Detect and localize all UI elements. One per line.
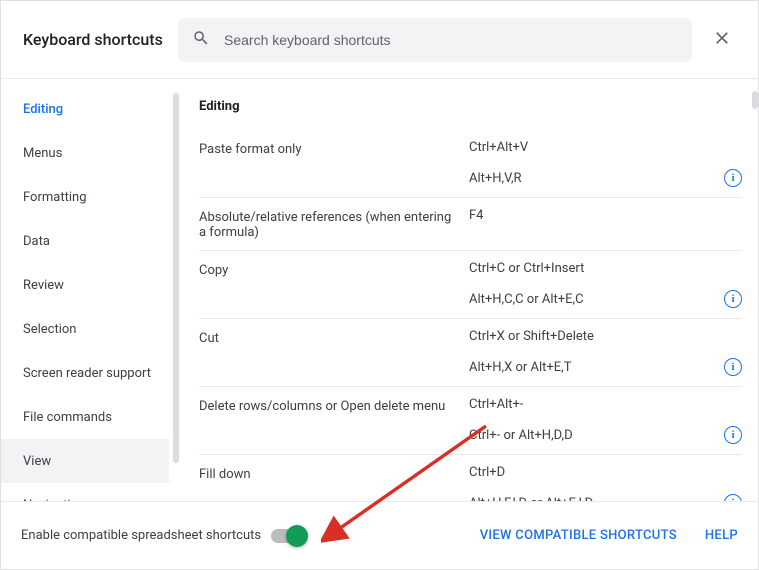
shortcut-label: Paste format only — [199, 140, 469, 187]
shortcut-row: Paste format only Ctrl+Alt+V Alt+H,V,R i — [199, 130, 742, 198]
sidebar-item-review[interactable]: Review — [1, 263, 169, 307]
compatible-shortcuts-toggle[interactable] — [271, 529, 305, 543]
shortcut-keys: F4 — [469, 208, 742, 240]
content-scrollbar[interactable] — [752, 91, 758, 109]
sidebar-item-label: Editing — [23, 102, 63, 117]
info-icon[interactable]: i — [724, 169, 742, 187]
sidebar-item-view[interactable]: View — [1, 439, 169, 483]
shortcut-key: Ctrl+C or Ctrl+Insert — [469, 261, 584, 276]
search-icon — [192, 29, 224, 51]
sidebar-item-label: Selection — [23, 322, 76, 337]
footer: Enable compatible spreadsheet shortcuts … — [1, 501, 758, 569]
shortcut-keys: Ctrl+D Alt+H,F,I,D or Alt+E,I,D i — [469, 465, 742, 501]
sidebar-item-label: Review — [23, 278, 64, 293]
shortcut-key: F4 — [469, 208, 484, 223]
shortcut-label: Delete rows/columns or Open delete menu — [199, 397, 469, 444]
info-icon[interactable]: i — [724, 358, 742, 376]
toggle-label: Enable compatible spreadsheet shortcuts — [21, 528, 261, 543]
content: Editing Paste format only Ctrl+Alt+V Alt… — [179, 79, 758, 501]
shortcut-key: Alt+H,F,I,D or Alt+E,I,D — [469, 496, 593, 502]
sidebar-item-label: File commands — [23, 410, 112, 425]
shortcut-keys: Ctrl+Alt+- Ctrl+- or Alt+H,D,D i — [469, 397, 742, 444]
shortcut-key: Alt+H,C,C or Alt+E,C — [469, 292, 584, 307]
sidebar-item-formatting[interactable]: Formatting — [1, 175, 169, 219]
header: Keyboard shortcuts — [1, 1, 758, 79]
sidebar-item-label: View — [23, 454, 51, 469]
shortcut-row: Cut Ctrl+X or Shift+Delete Alt+H,X or Al… — [199, 319, 742, 387]
section-title: Editing — [199, 99, 742, 114]
shortcut-key: Ctrl+Alt+- — [469, 397, 524, 412]
shortcut-label: Fill down — [199, 465, 469, 501]
sidebar-item-screen-reader-support[interactable]: Screen reader support — [1, 351, 169, 395]
help-link[interactable]: HELP — [705, 528, 738, 543]
sidebar-item-label: Formatting — [23, 190, 87, 205]
shortcut-key: Ctrl+- or Alt+H,D,D — [469, 428, 573, 443]
shortcut-key: Ctrl+D — [469, 465, 505, 480]
search-input[interactable] — [224, 32, 678, 48]
body: Editing Menus Formatting Data Review Sel… — [1, 79, 758, 501]
sidebar-item-selection[interactable]: Selection — [1, 307, 169, 351]
shortcut-row: Copy Ctrl+C or Ctrl+Insert Alt+H,C,C or … — [199, 251, 742, 319]
info-icon[interactable]: i — [724, 290, 742, 308]
sidebar: Editing Menus Formatting Data Review Sel… — [1, 79, 179, 501]
info-icon[interactable]: i — [724, 426, 742, 444]
sidebar-item-label: Screen reader support — [23, 366, 151, 381]
shortcut-key: Ctrl+X or Shift+Delete — [469, 329, 594, 344]
shortcut-keys: Ctrl+Alt+V Alt+H,V,R i — [469, 140, 742, 187]
close-button[interactable] — [702, 20, 742, 60]
close-icon — [712, 28, 732, 52]
shortcut-row: Delete rows/columns or Open delete menu … — [199, 387, 742, 455]
sidebar-item-label: Navigation — [23, 498, 85, 502]
shortcut-key: Alt+H,V,R — [469, 171, 522, 186]
shortcut-row: Fill down Ctrl+D Alt+H,F,I,D or Alt+E,I,… — [199, 455, 742, 501]
sidebar-item-label: Data — [23, 234, 50, 249]
sidebar-item-menus[interactable]: Menus — [1, 131, 169, 175]
shortcut-key: Ctrl+Alt+V — [469, 140, 528, 155]
toggle-knob — [286, 525, 308, 547]
shortcut-key: Alt+H,X or Alt+E,T — [469, 360, 572, 375]
shortcut-row: Absolute/relative references (when enter… — [199, 198, 742, 251]
shortcut-keys: Ctrl+X or Shift+Delete Alt+H,X or Alt+E,… — [469, 329, 742, 376]
sidebar-item-file-commands[interactable]: File commands — [1, 395, 169, 439]
sidebar-item-data[interactable]: Data — [1, 219, 169, 263]
shortcut-label: Copy — [199, 261, 469, 308]
info-icon[interactable]: i — [724, 494, 742, 501]
sidebar-item-navigation[interactable]: Navigation — [1, 483, 169, 501]
sidebar-item-editing[interactable]: Editing — [1, 87, 169, 131]
sidebar-item-label: Menus — [23, 146, 62, 161]
shortcut-keys: Ctrl+C or Ctrl+Insert Alt+H,C,C or Alt+E… — [469, 261, 742, 308]
shortcut-label: Absolute/relative references (when enter… — [199, 208, 469, 240]
search-field[interactable] — [178, 18, 692, 62]
view-compatible-shortcuts-link[interactable]: VIEW COMPATIBLE SHORTCUTS — [480, 528, 677, 543]
dialog-title: Keyboard shortcuts — [23, 30, 178, 49]
shortcut-label: Cut — [199, 329, 469, 376]
